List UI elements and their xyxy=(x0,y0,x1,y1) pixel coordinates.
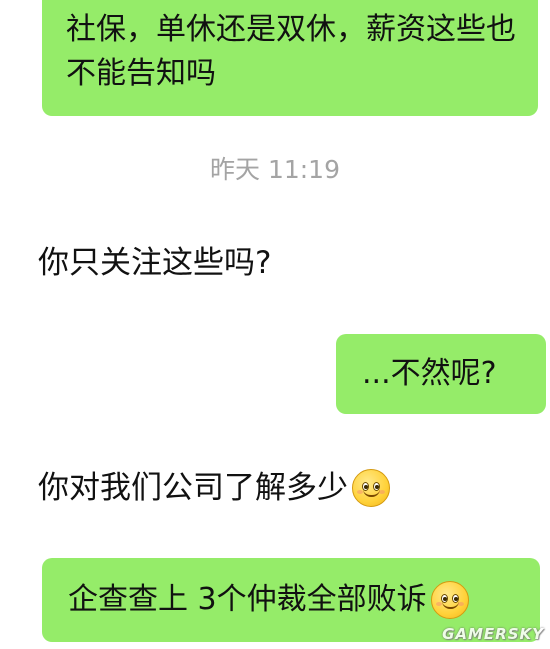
message-text: 社保，单休还是双休，薪资这些也不能告知吗 xyxy=(66,12,516,91)
message-bubble-sent[interactable]: ...不然呢? xyxy=(336,334,546,414)
message-received[interactable]: 你只关注这些吗? xyxy=(38,243,271,283)
smile-emoji-icon xyxy=(352,469,390,507)
message-text: 你对我们公司了解多少 xyxy=(38,470,348,506)
message-timestamp: 昨天 11:19 xyxy=(210,155,340,184)
message-received[interactable]: 你对我们公司了解多少 xyxy=(38,468,390,508)
message-text: ...不然呢? xyxy=(362,356,497,391)
message-text: 你只关注这些吗? xyxy=(38,245,272,281)
watermark-logo: GAMERSKY xyxy=(442,625,544,643)
message-bubble-sent[interactable]: 社保，单休还是双休，薪资这些也不能告知吗 xyxy=(42,0,538,116)
message-text: 企查查上 3个仲裁全部败诉 xyxy=(68,582,427,617)
smile-emoji-icon xyxy=(430,581,469,619)
chat-view: 社保，单休还是双休，薪资这些也不能告知吗 昨天 11:19 你只关注这些吗? .… xyxy=(0,0,550,649)
